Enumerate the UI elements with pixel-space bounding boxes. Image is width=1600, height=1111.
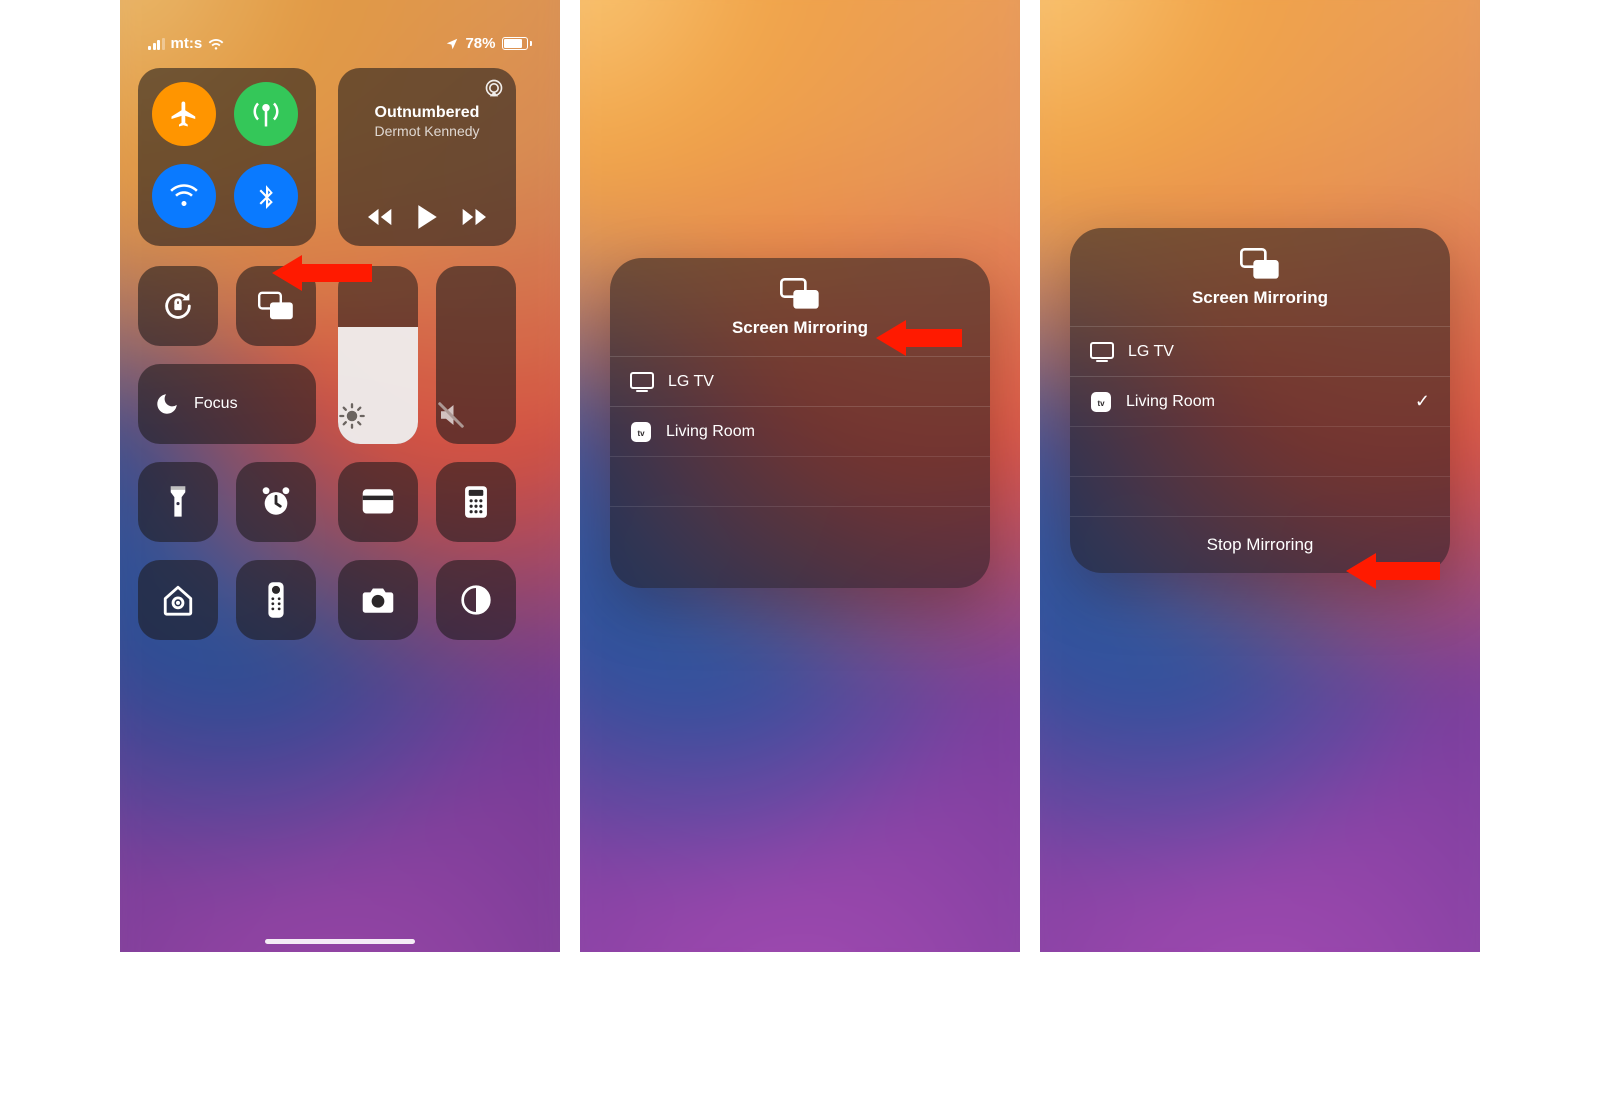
calculator-icon — [463, 485, 489, 519]
volume-slider[interactable] — [436, 266, 516, 444]
svg-text:tv: tv — [637, 429, 645, 438]
screen-mirroring-icon — [780, 278, 820, 310]
screen-mirroring-panel: Screen Mirroring LG TV tv Living Room ✓ … — [1070, 228, 1450, 573]
tv-remote-icon — [266, 581, 286, 619]
battery-percent: 78% — [465, 35, 495, 52]
media-playback-tile[interactable]: Outnumbered Dermot Kennedy — [338, 68, 516, 246]
apple-tv-remote-button[interactable] — [236, 560, 316, 640]
airplane-icon — [169, 99, 199, 129]
wallet-icon — [361, 488, 395, 516]
calculator-button[interactable] — [436, 462, 516, 542]
tv-icon — [1090, 342, 1114, 362]
play-icon — [415, 204, 439, 230]
device-name: Living Room — [1126, 393, 1215, 411]
checkmark-icon: ✓ — [1415, 391, 1430, 412]
fast-forward-icon — [458, 206, 486, 228]
wifi-icon — [169, 181, 199, 211]
camera-icon — [360, 586, 396, 614]
screen-mirroring-icon — [258, 291, 294, 321]
cellular-data-button[interactable] — [234, 82, 298, 146]
screenshot-mirroring-stop: Screen Mirroring LG TV tv Living Room ✓ … — [1040, 0, 1480, 952]
wallet-button[interactable] — [338, 462, 418, 542]
home-icon — [161, 583, 195, 617]
connectivity-group — [138, 68, 316, 246]
apple-tv-icon: tv — [1090, 391, 1112, 413]
cellular-antenna-icon — [251, 99, 281, 129]
focus-label: Focus — [194, 395, 238, 413]
rewind-button[interactable] — [368, 206, 396, 228]
bluetooth-button[interactable] — [234, 164, 298, 228]
mirroring-device-row[interactable]: LG TV — [610, 356, 990, 406]
airplay-audio-icon — [484, 78, 504, 98]
dark-mode-button[interactable] — [436, 560, 516, 640]
screen-mirroring-icon — [1240, 248, 1280, 280]
brightness-slider[interactable] — [338, 266, 418, 444]
annotation-arrow — [1346, 553, 1440, 589]
status-bar: mt:s 78% — [120, 0, 560, 54]
dark-mode-icon — [460, 584, 492, 616]
annotation-arrow — [272, 255, 372, 291]
mirroring-device-row[interactable]: LG TV — [1070, 326, 1450, 376]
device-name: LG TV — [668, 373, 714, 391]
media-track-title: Outnumbered — [352, 104, 502, 122]
mirroring-device-row[interactable]: tv Living Room — [610, 406, 990, 456]
cellular-signal-icon — [148, 38, 165, 50]
home-indicator[interactable] — [265, 939, 415, 944]
fast-forward-button[interactable] — [458, 206, 486, 228]
rewind-icon — [368, 206, 396, 228]
focus-button[interactable]: Focus — [138, 364, 316, 444]
brightness-icon — [338, 402, 418, 430]
screen-mirroring-panel: Screen Mirroring LG TV tv Living Room — [610, 258, 990, 588]
orientation-lock-icon — [161, 289, 195, 323]
apple-tv-icon: tv — [630, 421, 652, 443]
flashlight-button[interactable] — [138, 462, 218, 542]
battery-icon — [502, 37, 533, 50]
timer-button[interactable] — [236, 462, 316, 542]
mirroring-device-row[interactable]: tv Living Room ✓ — [1070, 376, 1450, 426]
flashlight-icon — [167, 485, 189, 519]
bluetooth-icon — [253, 181, 279, 211]
alarm-clock-icon — [259, 485, 293, 519]
tv-icon — [630, 372, 654, 392]
svg-text:tv: tv — [1097, 399, 1105, 408]
annotation-arrow — [876, 320, 962, 356]
screenshot-control-center: mt:s 78% — [120, 0, 560, 952]
location-icon — [445, 37, 459, 51]
home-button[interactable] — [138, 560, 218, 640]
screen-mirroring-title: Screen Mirroring — [1070, 288, 1450, 308]
media-artist: Dermot Kennedy — [352, 123, 502, 139]
camera-button[interactable] — [338, 560, 418, 640]
screenshot-mirroring-list: Screen Mirroring LG TV tv Living Room — [580, 0, 1020, 952]
moon-icon — [154, 391, 180, 417]
volume-muted-icon — [436, 400, 516, 430]
wifi-button[interactable] — [152, 164, 216, 228]
carrier-label: mt:s — [171, 35, 203, 52]
orientation-lock-button[interactable] — [138, 266, 218, 346]
airplane-mode-button[interactable] — [152, 82, 216, 146]
device-name: LG TV — [1128, 343, 1174, 361]
device-name: Living Room — [666, 423, 755, 441]
wifi-icon — [208, 38, 224, 50]
play-button[interactable] — [415, 204, 439, 230]
